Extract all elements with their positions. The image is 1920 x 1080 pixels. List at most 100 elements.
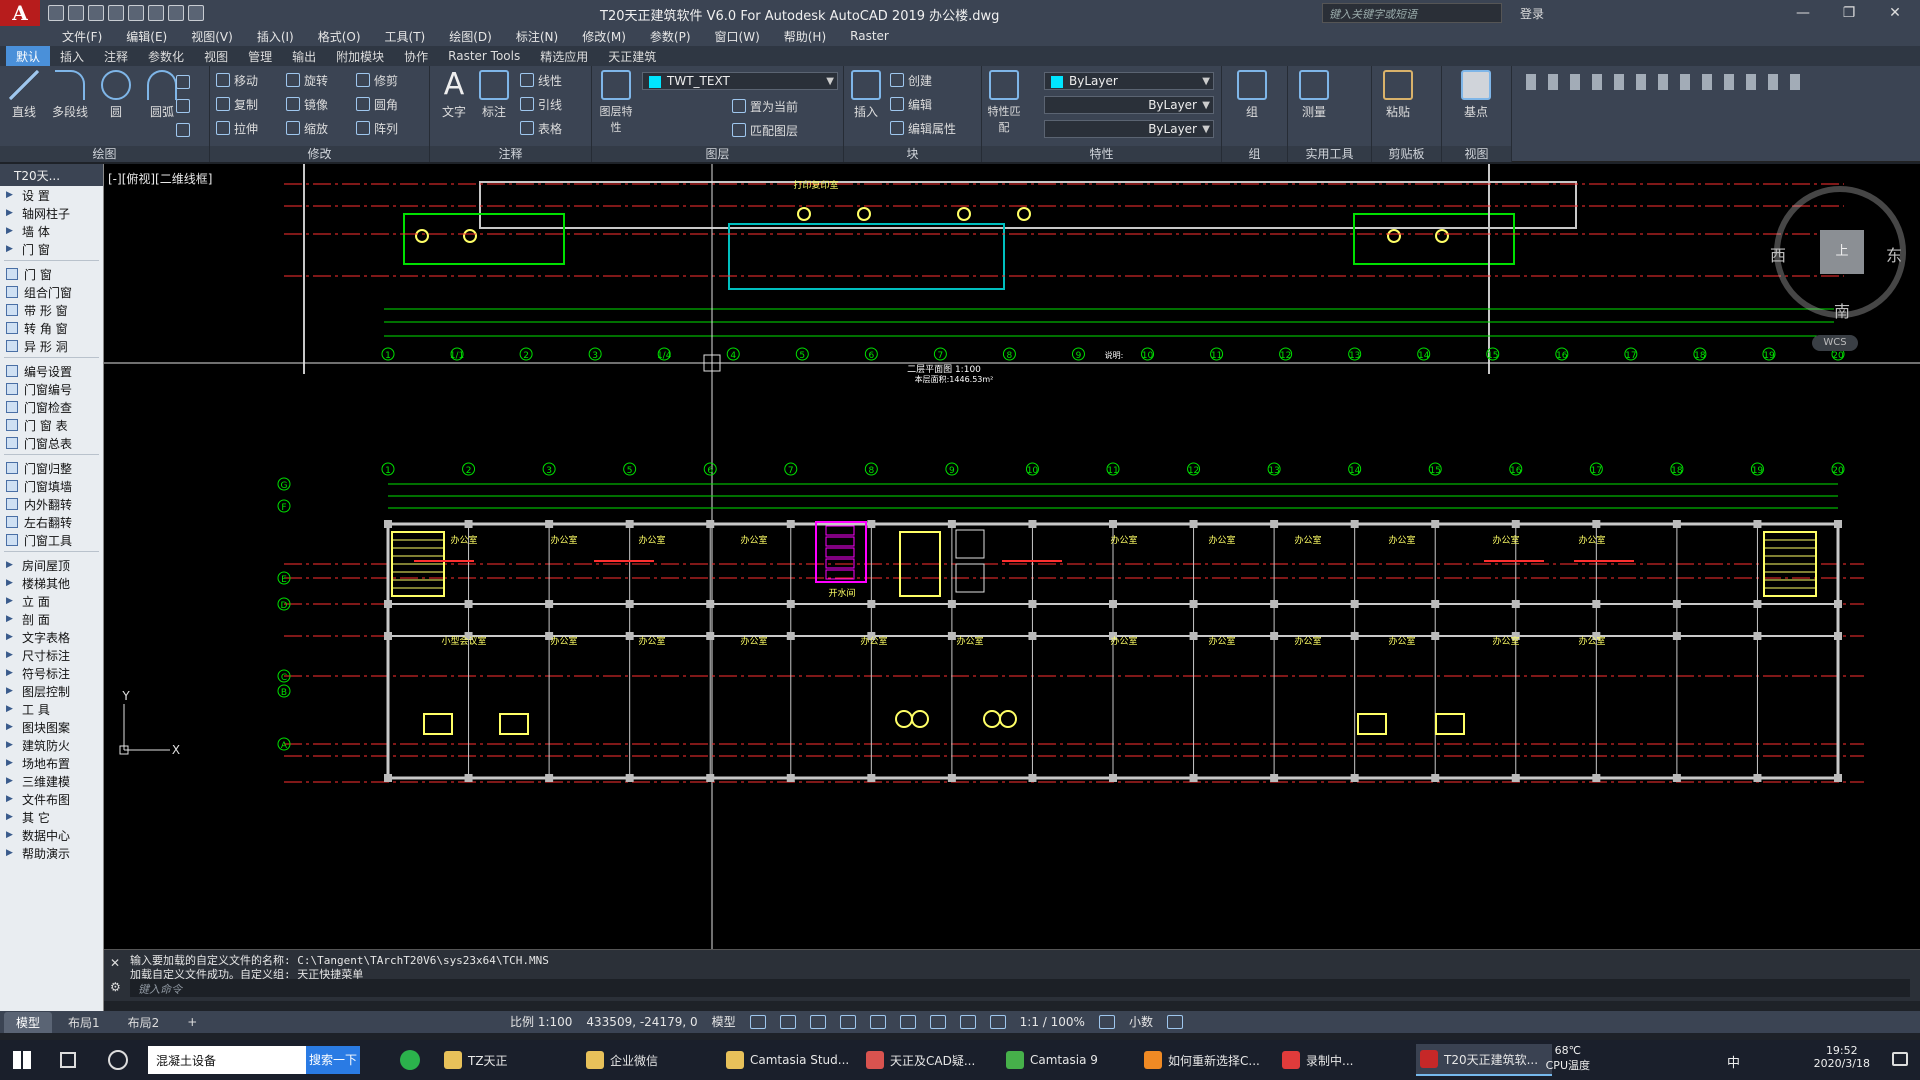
rectangle-tool[interactable] <box>176 72 190 92</box>
taskbar-app[interactable]: 录制中... <box>1278 1044 1414 1076</box>
tab-model[interactable]: 模型 <box>4 1011 53 1033</box>
ribbon-tab-9[interactable]: Raster Tools <box>438 47 530 65</box>
ortho-icon[interactable] <box>809 1014 826 1029</box>
edit-attributes-tool[interactable]: 编辑属性 <box>890 118 956 138</box>
text-tool[interactable]: A 文字 <box>434 70 474 120</box>
create-block-tool[interactable]: 创建 <box>890 70 932 90</box>
modify-panel-title[interactable]: 修改 <box>210 146 429 162</box>
ribbon-tab-4[interactable]: 视图 <box>194 46 238 67</box>
save-icon[interactable] <box>88 5 104 21</box>
palette-item[interactable]: ▶ 立 面 <box>0 592 103 610</box>
taskbar-search-button[interactable]: 搜索一下 <box>306 1046 360 1074</box>
palette-item[interactable]: ▶ 图块图案 <box>0 718 103 736</box>
taskbar-search-input[interactable]: 混凝土设备 <box>148 1046 306 1074</box>
redo-icon[interactable] <box>188 5 204 21</box>
palette-item[interactable]: ▶ 数据中心 <box>0 826 103 844</box>
palette-item[interactable]: ▶ 符号标注 <box>0 664 103 682</box>
restore-icon[interactable]: ❐ <box>1826 0 1872 26</box>
palette-item[interactable]: ▶ 文字表格 <box>0 628 103 646</box>
lineweight-dropdown[interactable]: ByLayer ▼ <box>1044 120 1214 138</box>
menu-item-8[interactable]: 修改(M) <box>570 28 638 45</box>
minimize-icon[interactable]: — <box>1780 0 1826 26</box>
menu-item-2[interactable]: 视图(V) <box>179 28 245 45</box>
palette-item[interactable]: ▶ 墙 体 <box>0 222 103 240</box>
palette-item[interactable]: ▶ 楼梯其他 <box>0 574 103 592</box>
menu-item-3[interactable]: 插入(I) <box>245 28 306 45</box>
properties-panel-title[interactable]: 特性 <box>982 146 1221 162</box>
grid-icon[interactable] <box>749 1014 766 1029</box>
taskbar-app[interactable]: 企业微信 <box>582 1044 718 1076</box>
clipboard-panel-title[interactable]: 剪贴板 <box>1372 146 1441 162</box>
leader-tool[interactable]: 引线 <box>520 94 562 114</box>
add-layout-button[interactable]: + <box>175 1013 209 1031</box>
stretch-tool[interactable]: 拉伸 <box>216 118 258 138</box>
match-layer-tool[interactable]: 匹配图层 <box>732 120 798 140</box>
palette-item[interactable]: 门 窗 表 <box>0 416 103 434</box>
layer-properties-tool[interactable]: 图层特性 <box>596 70 636 135</box>
palette-item[interactable]: 左右翻转 <box>0 513 103 531</box>
task-view-icon[interactable] <box>60 1052 76 1068</box>
wcs-menu[interactable]: WCS <box>1812 335 1858 351</box>
new-icon[interactable] <box>48 5 64 21</box>
palette-item[interactable]: 内外翻转 <box>0 495 103 513</box>
tab-layout1[interactable]: 布局1 <box>56 1012 112 1033</box>
palette-item[interactable]: ▶ 工 具 <box>0 700 103 718</box>
copy-tool[interactable]: 复制 <box>216 94 258 114</box>
snap-icon[interactable] <box>779 1014 796 1029</box>
tab-layout2[interactable]: 布局2 <box>116 1012 172 1033</box>
ribbon-tab-7[interactable]: 附加模块 <box>326 46 394 67</box>
polyline-tool[interactable]: 多段线 <box>50 70 90 120</box>
palette-item[interactable]: 门窗归整 <box>0 459 103 477</box>
palette-item[interactable]: ▶ 尺寸标注 <box>0 646 103 664</box>
ribbon-tab-2[interactable]: 注释 <box>94 46 138 67</box>
close-command-icon[interactable]: ✕ <box>110 956 120 970</box>
taskbar-app[interactable]: T20天正建筑软... <box>1416 1044 1552 1076</box>
units-dropdown[interactable]: 小数 <box>1129 1013 1153 1030</box>
match-properties-tool[interactable]: 特性匹配 <box>984 70 1024 135</box>
ime-indicator[interactable]: 中 <box>1727 1052 1740 1071</box>
cpu-temp-widget[interactable]: 68℃ CPU温度 <box>1546 1044 1590 1073</box>
groups-panel-title[interactable]: 组 <box>1222 146 1287 162</box>
model-space-toggle[interactable]: 模型 <box>712 1013 736 1030</box>
ribbon-tab-0[interactable]: 默认 <box>6 45 51 67</box>
view-panel-title[interactable]: 视图 <box>1442 146 1511 162</box>
menu-item-1[interactable]: 编辑(E) <box>114 28 179 45</box>
palette-item[interactable]: ▶ 设 置 <box>0 186 103 204</box>
draw-panel-title[interactable]: 绘图 <box>0 146 209 162</box>
palette-item[interactable]: ▶ 文件布图 <box>0 790 103 808</box>
compass-east-label[interactable]: 东 <box>1886 242 1902 266</box>
annotation-visibility-icon[interactable] <box>989 1014 1006 1029</box>
palette-item[interactable]: 组合门窗 <box>0 283 103 301</box>
region-tool[interactable] <box>176 120 190 140</box>
annotation-scale[interactable]: 1:1 / 100% <box>1020 1015 1085 1029</box>
login-button[interactable]: 登录 <box>1520 5 1544 22</box>
palette-item[interactable]: 带 形 窗 <box>0 301 103 319</box>
ribbon-tab-8[interactable]: 协作 <box>394 46 438 67</box>
taskbar-app[interactable]: 天正及CAD疑... <box>862 1044 998 1076</box>
save-as-icon[interactable] <box>108 5 124 21</box>
compass-south-label[interactable]: 南 <box>1834 298 1850 322</box>
close-icon[interactable]: ✕ <box>1872 0 1918 26</box>
group-tool[interactable]: 组 <box>1232 70 1272 120</box>
lineweight-icon[interactable] <box>899 1014 916 1029</box>
mirror-tool[interactable]: 镜像 <box>286 94 328 114</box>
open-icon[interactable] <box>68 5 84 21</box>
taskbar-app[interactable]: 如何重新选择C... <box>1140 1044 1276 1076</box>
line-tool[interactable]: 直线 <box>4 70 44 120</box>
linetype-dropdown[interactable]: ByLayer ▼ <box>1044 96 1214 114</box>
palette-item[interactable]: ▶ 房间屋顶 <box>0 556 103 574</box>
palette-item[interactable]: ▶ 场地布置 <box>0 754 103 772</box>
palette-item[interactable]: 门窗填墙 <box>0 477 103 495</box>
color-dropdown[interactable]: ByLayer ▼ <box>1044 72 1214 90</box>
circle-tool[interactable]: 圆 <box>96 70 136 120</box>
trim-tool[interactable]: 修剪 <box>356 70 398 90</box>
ribbon-tab-5[interactable]: 管理 <box>238 46 282 67</box>
menu-item-9[interactable]: 参数(P) <box>638 28 703 45</box>
menu-item-10[interactable]: 窗口(W) <box>703 28 772 45</box>
palette-item[interactable]: ▶ 三维建模 <box>0 772 103 790</box>
menu-item-5[interactable]: 工具(T) <box>373 28 438 45</box>
palette-item[interactable]: 门窗检查 <box>0 398 103 416</box>
publish-icon[interactable] <box>128 5 144 21</box>
layers-panel-title[interactable]: 图层 <box>592 146 843 162</box>
move-tool[interactable]: 移动 <box>216 70 258 90</box>
